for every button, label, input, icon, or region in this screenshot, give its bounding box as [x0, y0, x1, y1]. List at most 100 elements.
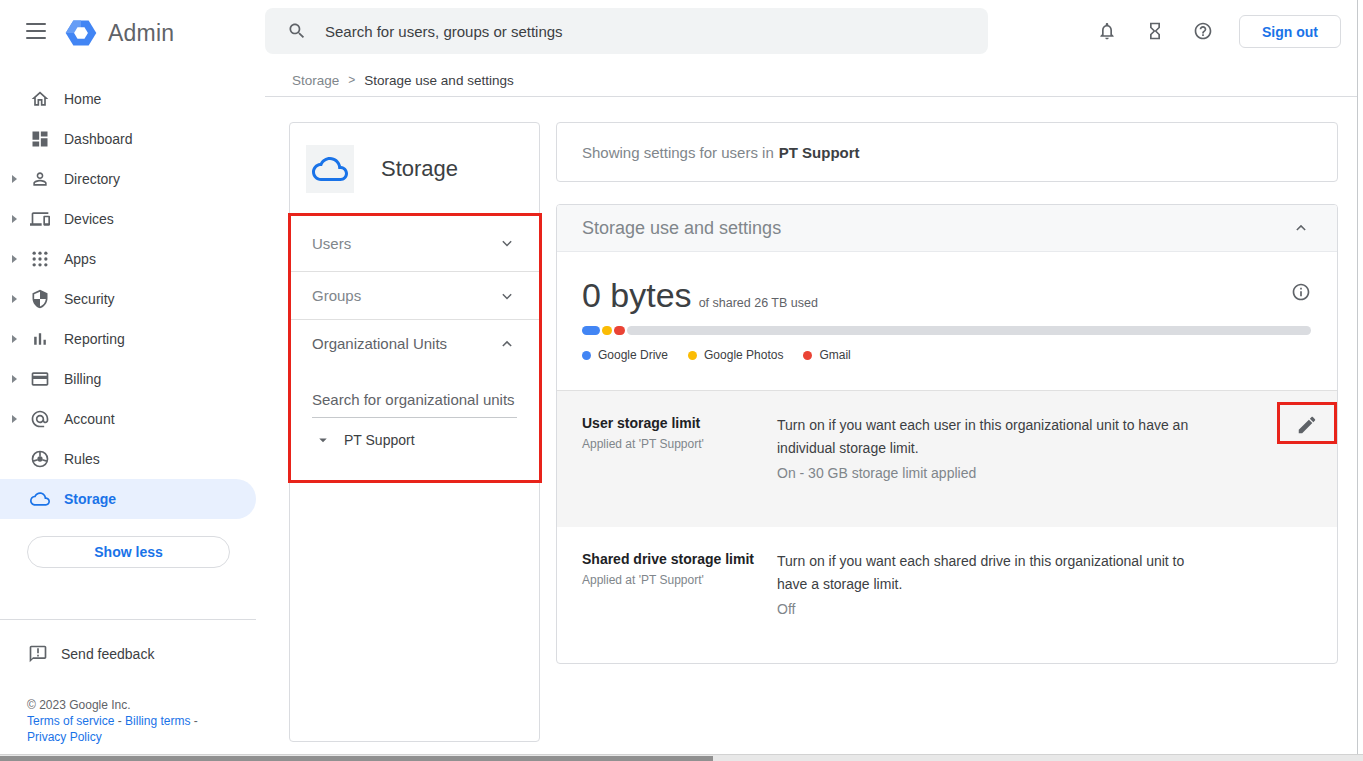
person-icon [28, 169, 52, 189]
search-input[interactable] [325, 23, 925, 40]
credit-card-icon [28, 369, 52, 389]
privacy-policy-link[interactable]: Privacy Policy [27, 730, 102, 744]
org-unit-search-input[interactable]: Search for organizational units [312, 391, 517, 418]
cloud-tile [306, 145, 354, 193]
sidebar-footer: © 2023 Google Inc. Terms of service - Bi… [27, 697, 198, 745]
expand-arrow-icon [12, 175, 17, 183]
brand: Admin [64, 16, 174, 50]
sidebar-item-dashboard[interactable]: Dashboard [0, 119, 256, 159]
setting-row-user-storage-limit: User storage limit Applied at 'PT Suppor… [557, 390, 1337, 527]
bar-chart-icon [28, 329, 52, 349]
expand-arrow-icon [12, 255, 17, 263]
scope-banner: Showing settings for users in PT Support [556, 122, 1338, 182]
chevron-down-icon [497, 233, 517, 253]
usage-amount: 0 bytes [582, 276, 692, 315]
section-organizational-units[interactable]: Organizational Units [290, 319, 539, 367]
usage-legend: Google Drive Google Photos Gmail [582, 348, 1311, 362]
sidebar-item-devices[interactable]: Devices [0, 199, 256, 239]
breadcrumb-parent[interactable]: Storage [292, 73, 339, 88]
setting-description: Turn on if you want each shared drive in… [777, 550, 1212, 596]
sidebar-item-reporting[interactable]: Reporting [0, 319, 256, 359]
billing-terms-link[interactable]: Billing terms [125, 714, 190, 728]
send-feedback-button[interactable]: Send feedback [28, 644, 154, 664]
cloud-icon [28, 489, 52, 509]
at-sign-icon [28, 409, 52, 429]
main-content: Storage > Storage use and settings Stora… [265, 64, 1358, 754]
setting-title: Shared drive storage limit [582, 550, 777, 568]
setting-applied-at: Applied at 'PT Support' [582, 437, 777, 451]
sidebar-item-apps[interactable]: Apps [0, 239, 256, 279]
expand-arrow-icon [12, 375, 17, 383]
chevron-down-icon [497, 286, 517, 306]
org-unit-pt-support[interactable]: PT Support [290, 431, 539, 449]
terms-of-service-link[interactable]: Terms of service [27, 714, 114, 728]
horizontal-scrollbar-thumb[interactable] [0, 756, 713, 761]
dashboard-icon [28, 129, 52, 149]
sign-out-button[interactable]: Sign out [1239, 15, 1341, 48]
apps-grid-icon [28, 249, 52, 269]
setting-status: On - 30 GB storage limit applied [777, 462, 1212, 485]
feedback-icon [28, 644, 48, 664]
help-icon[interactable] [1193, 21, 1213, 41]
cloud-icon [312, 151, 348, 187]
sidebar-item-directory[interactable]: Directory [0, 159, 256, 199]
sidebar-item-home[interactable]: Home [0, 79, 256, 119]
hourglass-icon[interactable] [1145, 21, 1165, 41]
bell-icon[interactable] [1097, 21, 1117, 41]
setting-applied-at: Applied at 'PT Support' [582, 573, 777, 587]
collapse-icon[interactable] [1291, 218, 1311, 238]
usage-bar-track [627, 326, 1311, 335]
setting-description: Turn on if you want each user in this or… [777, 414, 1212, 460]
setting-row-shared-drive-storage-limit: Shared drive storage limit Applied at 'P… [557, 527, 1337, 664]
home-icon [28, 89, 52, 109]
storage-scope-panel: Storage Users Groups Organizational Unit… [289, 122, 540, 742]
panel-title: Storage [381, 156, 458, 182]
setting-title: User storage limit [582, 414, 777, 432]
wheel-icon [28, 449, 52, 469]
legend-dot [582, 351, 591, 360]
settings-section-header[interactable]: Storage use and settings [557, 205, 1337, 252]
info-icon[interactable] [1291, 282, 1311, 302]
chevron-up-icon [497, 334, 517, 354]
sidebar: Home Dashboard Directory Devices Apps Se… [0, 64, 256, 754]
legend-google-photos: Google Photos [688, 348, 783, 362]
search-bar[interactable] [265, 8, 988, 54]
usage-bar [582, 326, 1311, 335]
section-users[interactable]: Users [290, 214, 539, 271]
setting-status: Off [777, 598, 1212, 621]
menu-icon[interactable] [26, 23, 46, 39]
sidebar-item-billing[interactable]: Billing [0, 359, 256, 399]
legend-google-drive: Google Drive [582, 348, 668, 362]
sidebar-item-storage[interactable]: Storage [0, 479, 256, 519]
right-edge-line [1357, 0, 1358, 754]
sidebar-item-security[interactable]: Security [0, 279, 256, 319]
brand-name: Admin [108, 20, 174, 47]
sidebar-divider [0, 619, 256, 620]
search-icon [287, 21, 307, 41]
sidebar-item-rules[interactable]: Rules [0, 439, 256, 479]
dropdown-arrow-icon[interactable] [314, 431, 332, 449]
breadcrumb: Storage > Storage use and settings [265, 64, 1358, 97]
breadcrumb-current: Storage use and settings [364, 73, 513, 88]
legend-dot [803, 351, 812, 360]
section-groups[interactable]: Groups [290, 271, 539, 319]
top-bar: Admin Sign out [0, 0, 1363, 64]
horizontal-scrollbar[interactable] [0, 754, 1363, 761]
usage-summary: 0 bytes of shared 26 TB used Google Driv… [557, 252, 1337, 390]
usage-bar-photos [602, 326, 612, 335]
admin-logo-icon [64, 16, 98, 50]
expand-arrow-icon [12, 295, 17, 303]
usage-bar-gmail [614, 326, 625, 335]
expand-arrow-icon [12, 335, 17, 343]
breadcrumb-separator: > [348, 73, 355, 87]
copyright: © 2023 Google Inc. [27, 697, 198, 713]
sidebar-item-account[interactable]: Account [0, 399, 256, 439]
storage-settings-card: Storage use and settings 0 bytes of shar… [556, 204, 1338, 664]
devices-icon [28, 209, 52, 229]
edit-pencil-icon[interactable] [1296, 414, 1318, 436]
shield-icon [28, 289, 52, 309]
usage-bar-drive [582, 326, 600, 335]
panel-header: Storage [290, 123, 539, 214]
legend-gmail: Gmail [803, 348, 850, 362]
show-less-button[interactable]: Show less [27, 536, 230, 568]
